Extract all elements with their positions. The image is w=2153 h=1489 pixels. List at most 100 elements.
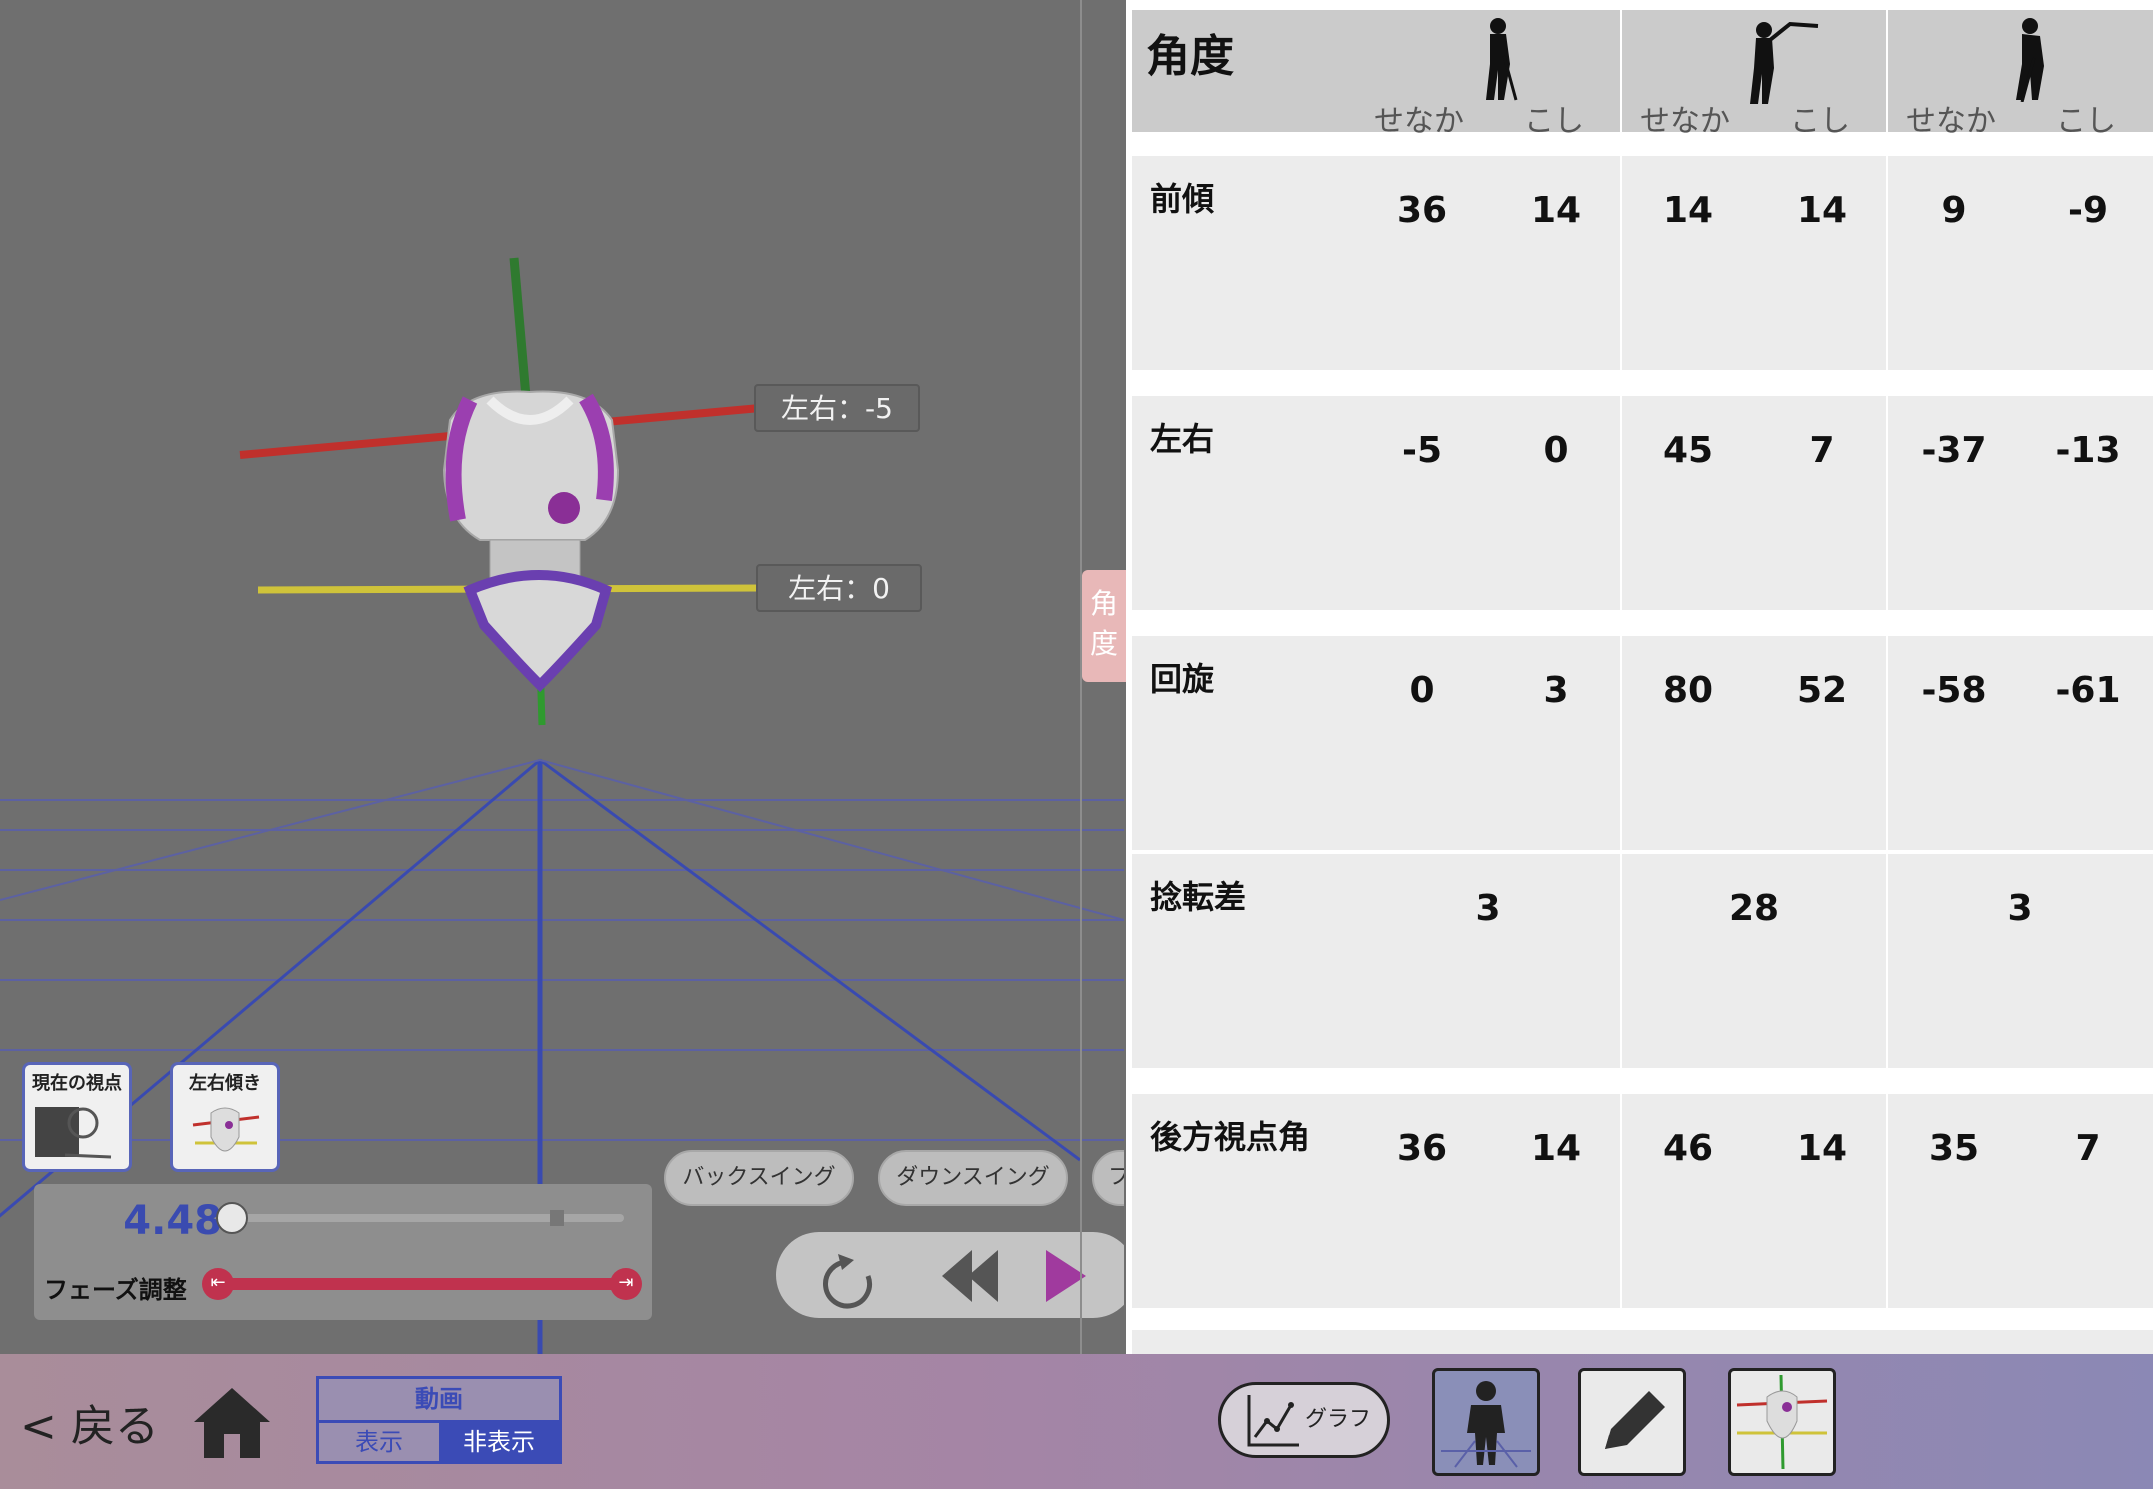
value: 0: [1543, 430, 1569, 471]
value: 46: [1662, 1128, 1714, 1169]
phase-adjust-label: フェーズ調整: [44, 1276, 187, 1304]
torso-axis-icon: [1736, 1374, 1828, 1470]
golfer-impact-icon: [2016, 18, 2044, 102]
value: 9: [1941, 190, 1967, 231]
torso-model: [442, 390, 620, 693]
pencil-icon: [1605, 1391, 1665, 1449]
playback-bar: [776, 1232, 1124, 1318]
home-icon[interactable]: [190, 1382, 274, 1462]
angle-table-panel: 角度 せなか こし せなか こし せなか こし 前傾 36 14 14 14 9…: [1126, 0, 2153, 1354]
value: 7: [2075, 1128, 2101, 1169]
value-cell: 36 14: [1356, 156, 1620, 370]
row-label: 前傾: [1150, 180, 1215, 218]
body-model-button[interactable]: [1432, 1368, 1540, 1476]
table-row: 後方視点角: [1132, 1094, 1358, 1308]
subheader-waist: こし: [1790, 104, 1850, 139]
value: 3: [2007, 888, 2033, 929]
rewind-icon[interactable]: [942, 1250, 998, 1302]
value-cell: -5 0: [1356, 396, 1620, 610]
value: 3: [1543, 670, 1569, 711]
lateral-tilt-button[interactable]: 左右傾き: [170, 1062, 280, 1172]
value-cell: -58 -61: [1888, 636, 2153, 850]
table-row-partial: [1132, 1330, 2153, 1354]
angle-side-tab[interactable]: 角 度: [1082, 570, 1126, 682]
row-label: 後方視点角: [1150, 1118, 1311, 1156]
bottom-toolbar: < 戻る 動画 表示 非表示 グラフ: [0, 1354, 2153, 1489]
time-slider[interactable]: [216, 1202, 624, 1234]
person-icon: [1441, 1381, 1531, 1468]
axis-view-button[interactable]: [1728, 1368, 1836, 1476]
value: 28: [1728, 888, 1780, 929]
subheader-waist: こし: [2056, 104, 2116, 139]
subheader-back: せなか: [1640, 104, 1730, 139]
camera-view-icon: [35, 1107, 112, 1159]
golfer-address-icon: [1486, 18, 1518, 101]
table-row: 回旋: [1132, 636, 1358, 850]
value: 36: [1396, 1128, 1448, 1169]
table-row: 前傾: [1132, 156, 1358, 370]
side-tab-char: 角: [1089, 587, 1118, 620]
replay-icon[interactable]: [823, 1254, 872, 1309]
value: 7: [1809, 430, 1835, 471]
value-cell: 0 3: [1356, 636, 1620, 850]
video-show-option[interactable]: 表示: [319, 1423, 439, 1461]
table-row: 左右: [1132, 396, 1358, 610]
value: 14: [1662, 190, 1714, 231]
torso-tilt-icon: [192, 1107, 260, 1152]
value-cell: 46 14: [1622, 1094, 1886, 1308]
phase-slider[interactable]: ⇤ ⇥: [202, 1268, 642, 1300]
phase-header-top: せなか こし: [1622, 10, 1886, 139]
line-chart-icon: [1247, 1395, 1299, 1447]
view-button-caption: 左右傾き: [189, 1073, 261, 1094]
backswing-button[interactable]: バックスイング: [664, 1150, 854, 1206]
current-viewpoint-button[interactable]: 現在の視点: [22, 1062, 132, 1172]
side-tab-char: 度: [1089, 627, 1118, 660]
value-cell: 36 14: [1356, 1094, 1620, 1308]
view-button-caption: 現在の視点: [32, 1073, 122, 1094]
slider-marker: [550, 1210, 564, 1226]
value: 36: [1396, 190, 1448, 231]
value: 45: [1662, 430, 1714, 471]
value: 3: [1475, 888, 1501, 929]
value-cell: 14 14: [1622, 156, 1886, 370]
value-cell: 35 7: [1888, 1094, 2153, 1308]
value-cell: 3: [1356, 854, 1620, 1068]
table-title: 角度: [1146, 31, 1234, 82]
row-label: 回旋: [1150, 660, 1215, 698]
row-label: 左右: [1150, 420, 1215, 458]
graph-label: グラフ: [1305, 1407, 1372, 1432]
golfer-top-icon: [1750, 21, 1819, 104]
value: 14: [1530, 190, 1582, 231]
3d-viewport[interactable]: 左右：-5 左右：0 現在の視点 左右傾き 4.48 フェーズ調整 ⇤ ⇥ バッ…: [0, 0, 1124, 1354]
value: 14: [1796, 1128, 1848, 1169]
axis-label-upper: 左右：-5: [754, 384, 920, 432]
subheader-waist: こし: [1524, 104, 1584, 139]
value-cell: 45 7: [1622, 396, 1886, 610]
graph-button[interactable]: グラフ: [1218, 1382, 1390, 1458]
value: 0: [1409, 670, 1435, 711]
value: -58: [1921, 670, 1987, 711]
value: 52: [1796, 670, 1848, 711]
playback-control-panel: 4.48 フェーズ調整 ⇤ ⇥: [34, 1184, 652, 1320]
downswing-button[interactable]: ダウンスイング: [878, 1150, 1068, 1206]
slider-thumb[interactable]: [216, 1202, 248, 1234]
back-button[interactable]: < 戻る: [20, 1390, 159, 1454]
value-cell: 28: [1622, 854, 1886, 1068]
subheader-back: せなか: [1374, 104, 1464, 139]
value-cell: 3: [1888, 854, 2153, 1068]
table-title-cell: 角度: [1132, 10, 1358, 132]
value-cell: -37 -13: [1888, 396, 2153, 610]
phase-start-handle[interactable]: ⇤: [202, 1268, 234, 1300]
video-visibility-toggle: 動画 表示 非表示: [316, 1376, 562, 1464]
phase-end-handle[interactable]: ⇥: [610, 1268, 642, 1300]
draw-button[interactable]: [1578, 1368, 1686, 1476]
value: -61: [2055, 670, 2121, 711]
video-hide-option[interactable]: 非表示: [439, 1423, 559, 1461]
value: -13: [2055, 430, 2121, 471]
value-cell: 9 -9: [1888, 156, 2153, 370]
axis-label-lower: 左右：0: [756, 564, 922, 612]
phase-header-impact: せなか こし: [1888, 10, 2153, 139]
value: 14: [1796, 190, 1848, 231]
subheader-back: せなか: [1906, 104, 1996, 139]
row-label: 捻転差: [1150, 878, 1247, 916]
